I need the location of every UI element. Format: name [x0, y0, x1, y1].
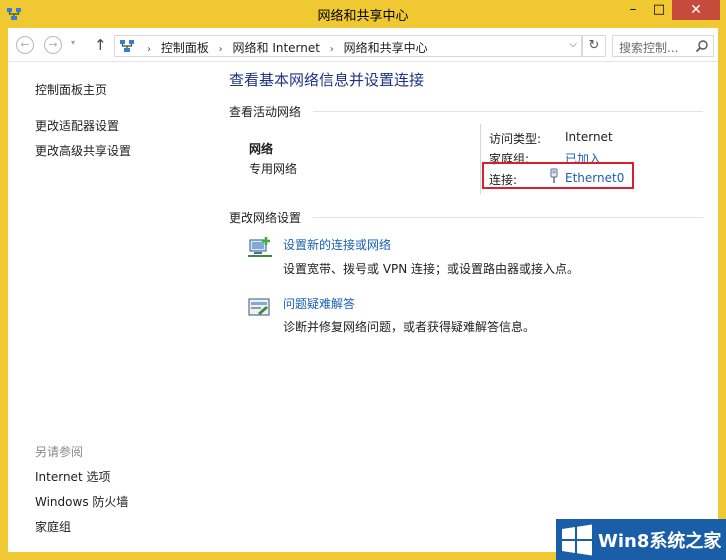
highlight-box: [482, 162, 634, 189]
network-name: 网络: [249, 142, 274, 156]
access-type-value: Internet: [565, 130, 613, 144]
sidebar-link-internet-options[interactable]: Internet 选项: [35, 468, 110, 485]
watermark: Win8系统之家: [556, 519, 726, 560]
task-troubleshoot-link[interactable]: 问题疑难解答: [283, 295, 355, 312]
new-connection-icon: [248, 237, 272, 257]
sidebar-link-advanced-sharing[interactable]: 更改高级共享设置: [35, 142, 131, 159]
access-type-label: 访问类型:: [489, 132, 542, 146]
windows-logo-icon: [562, 524, 592, 556]
sidebar: 控制面板主页 更改适配器设置 更改高级共享设置 另请参阅 Internet 选项…: [8, 62, 218, 552]
breadcrumb: › 控制面板 › 网络和 Internet › 网络和共享中心: [141, 39, 428, 56]
main-panel: 查看基本网络信息并设置连接 查看活动网络 网络 专用网络 访问类型: Inter…: [218, 62, 718, 552]
network-type: 专用网络: [249, 162, 298, 176]
breadcrumb-network-sharing-center[interactable]: 网络和共享中心: [344, 41, 428, 55]
section-divider: [313, 217, 703, 218]
sidebar-link-windows-firewall[interactable]: Windows 防火墙: [35, 493, 128, 510]
network-sharing-window: 网络和共享中心 – □ ✕ ← → ▾ ↑ › 控制面板 › 网络和 Inter…: [0, 0, 726, 560]
back-button[interactable]: ←: [16, 36, 34, 54]
task-setup-connection-link[interactable]: 设置新的连接或网络: [283, 236, 391, 253]
change-settings-heading: 更改网络设置: [229, 211, 302, 225]
window-title: 网络和共享中心: [317, 9, 409, 24]
title-bar: 网络和共享中心 – □ ✕: [0, 0, 726, 28]
search-icon[interactable]: [695, 39, 709, 53]
active-networks-heading: 查看活动网络: [229, 105, 302, 119]
maximize-button[interactable]: □: [646, 0, 672, 20]
breadcrumb-separator: ›: [329, 44, 334, 55]
task-setup-connection-desc: 设置宽带、拨号或 VPN 连接；或设置路由器或接入点。: [283, 262, 580, 276]
sidebar-link-control-panel-home[interactable]: 控制面板主页: [35, 81, 107, 98]
breadcrumb-separator: ›: [218, 44, 223, 55]
troubleshoot-icon: [248, 298, 270, 316]
sidebar-link-homegroup[interactable]: 家庭组: [35, 518, 71, 535]
recent-locations-button[interactable]: ▾: [71, 38, 75, 47]
close-button[interactable]: ✕: [672, 0, 720, 20]
breadcrumb-separator: ›: [147, 44, 151, 55]
page-title: 查看基本网络信息并设置连接: [229, 71, 425, 89]
address-dropdown-icon[interactable]: ⌵: [569, 39, 577, 50]
network-divider: [480, 124, 481, 194]
section-divider: [313, 111, 703, 112]
watermark-text: Win8系统之家: [598, 531, 722, 552]
search-input[interactable]: 搜索控制...: [619, 39, 678, 56]
sidebar-link-change-adapter[interactable]: 更改适配器设置: [35, 117, 119, 134]
navigation-bar: ← → ▾ ↑ › 控制面板 › 网络和 Internet › 网络和共享中心 …: [8, 28, 718, 62]
up-button[interactable]: ↑: [94, 36, 107, 54]
see-also-heading: 另请参阅: [35, 445, 84, 459]
refresh-button[interactable]: ↻: [582, 35, 606, 57]
breadcrumb-control-panel[interactable]: 控制面板: [161, 41, 209, 55]
forward-button[interactable]: →: [44, 36, 62, 54]
control-panel-icon: [120, 40, 134, 52]
address-bar[interactable]: › 控制面板 › 网络和 Internet › 网络和共享中心 ⌵: [114, 35, 582, 57]
breadcrumb-network-internet[interactable]: 网络和 Internet: [233, 41, 320, 55]
search-box[interactable]: 搜索控制...: [612, 35, 714, 57]
task-troubleshoot-desc: 诊断并修复网络问题，或者获得疑难解答信息。: [283, 320, 536, 334]
content-area: 控制面板主页 更改适配器设置 更改高级共享设置 另请参阅 Internet 选项…: [8, 62, 718, 552]
minimize-button[interactable]: –: [620, 0, 646, 20]
